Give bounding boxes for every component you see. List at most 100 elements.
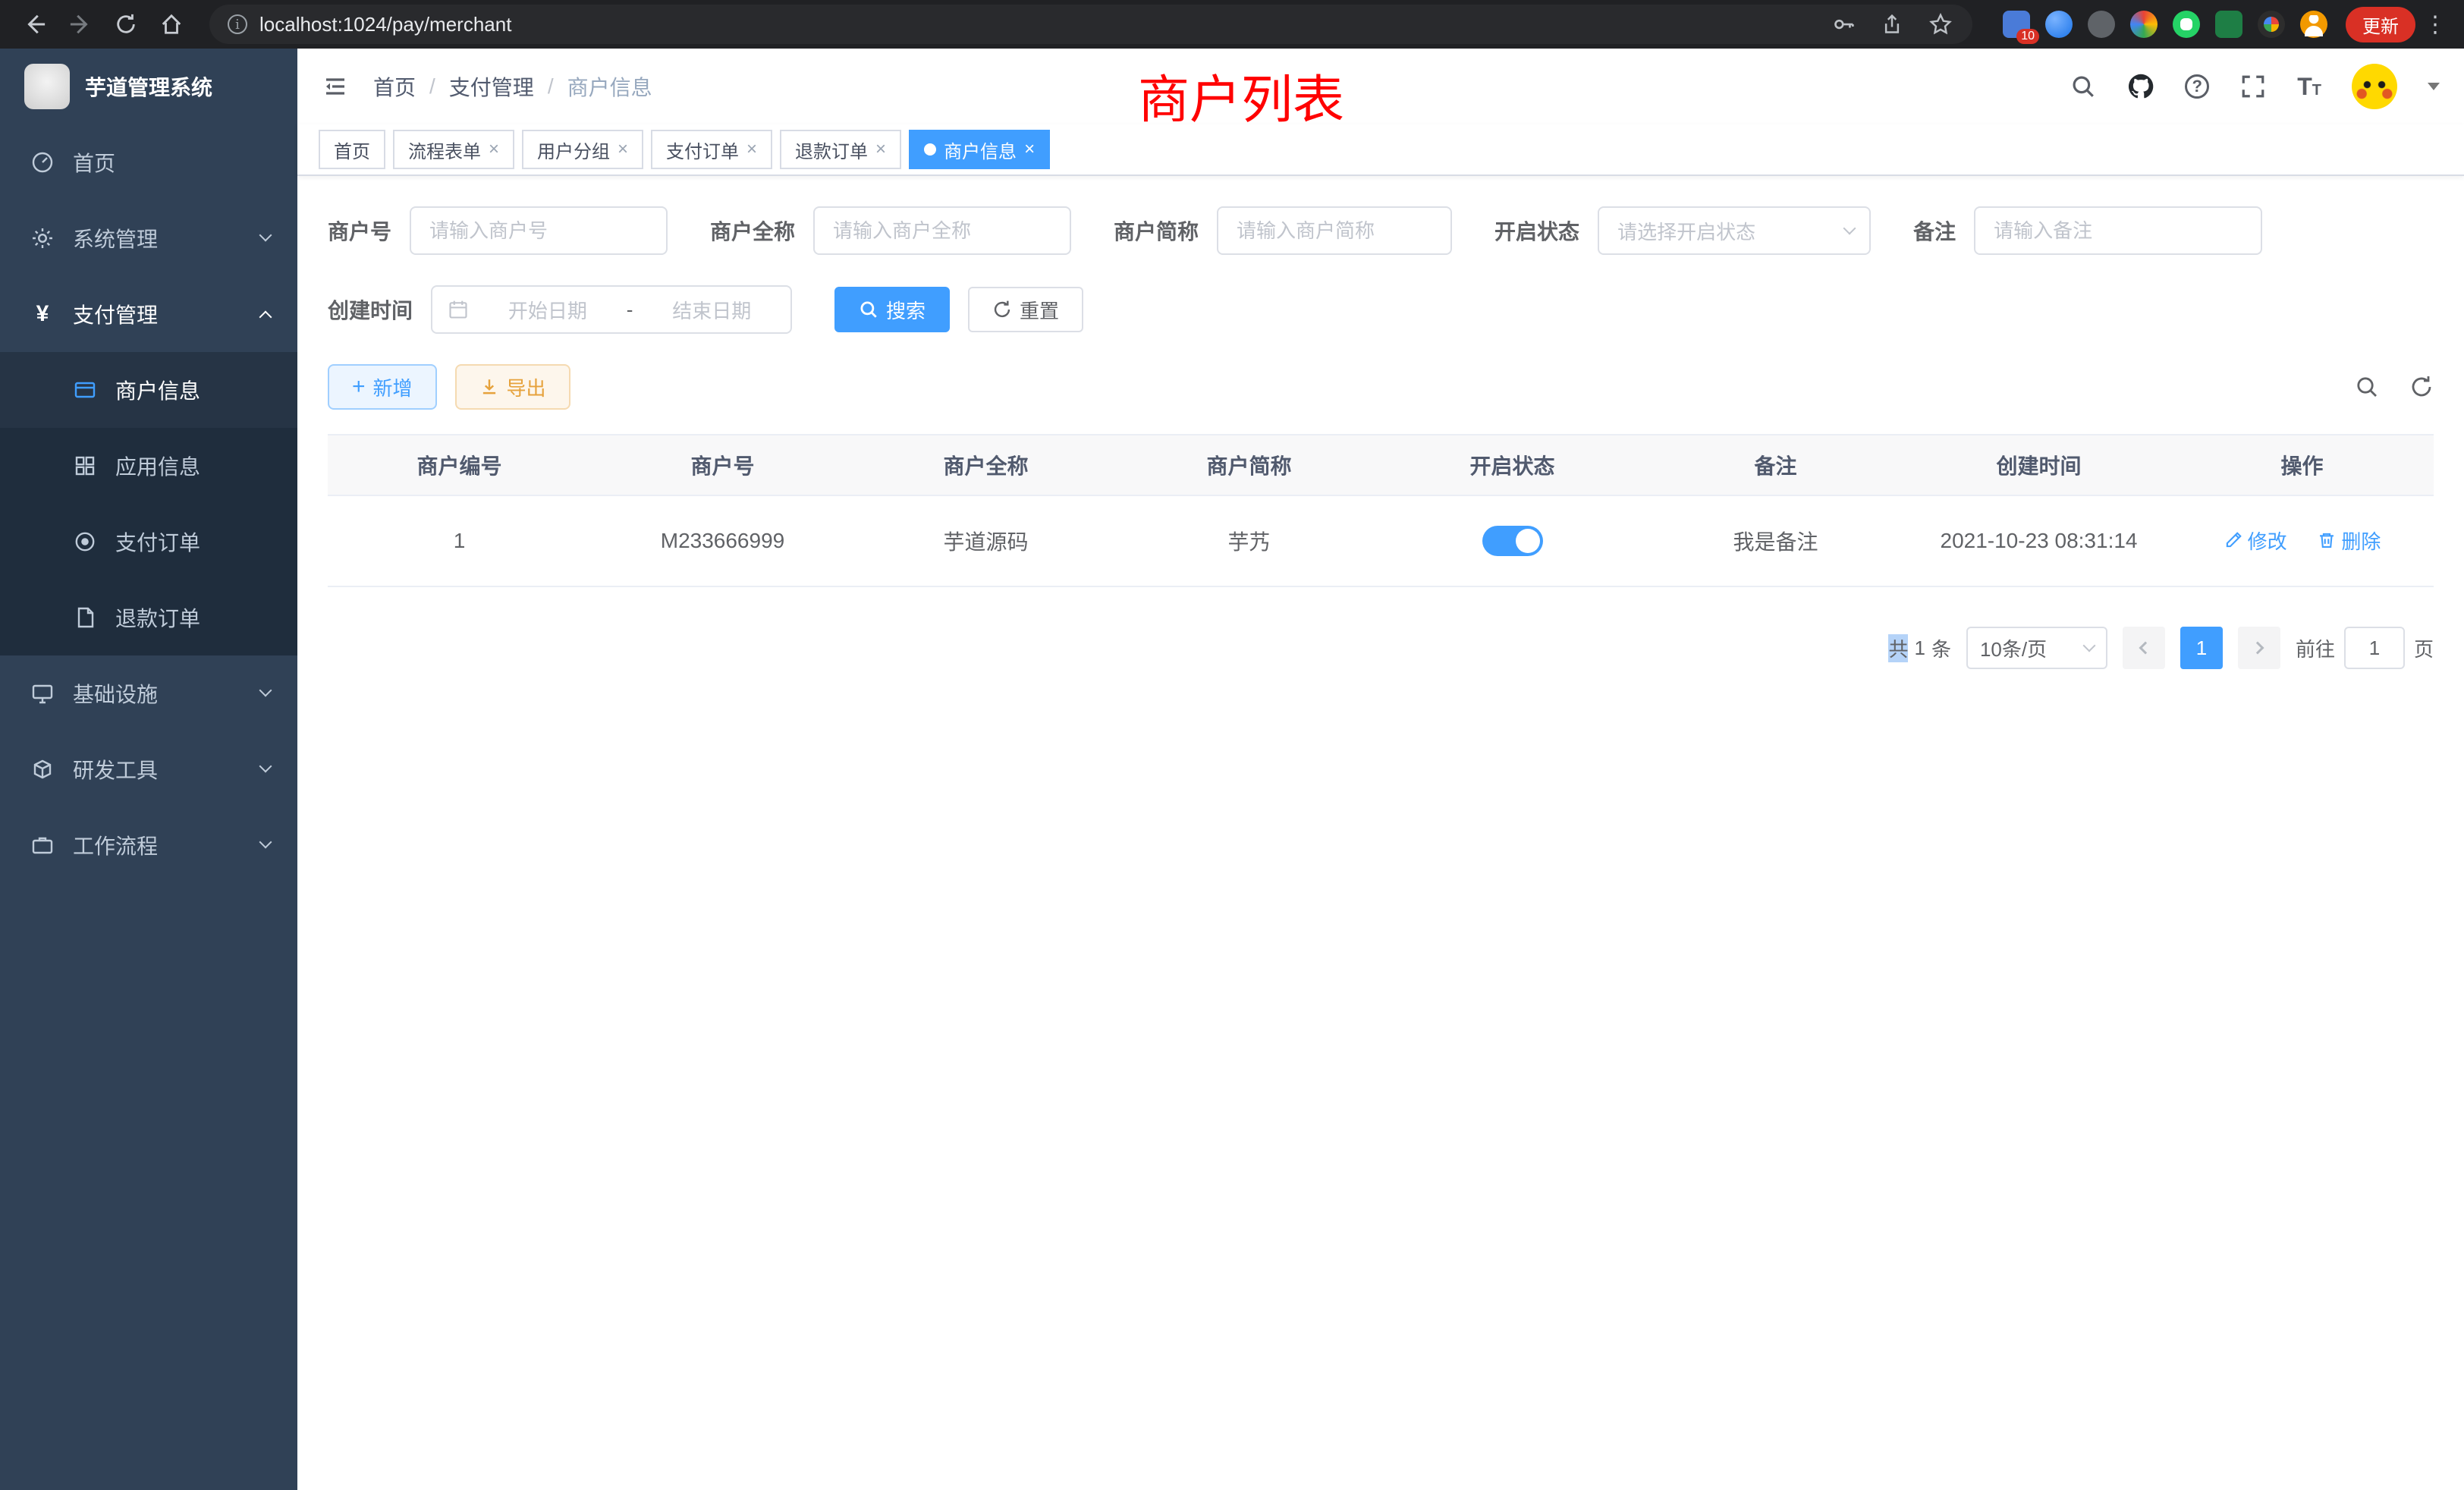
gear-icon xyxy=(30,226,55,250)
back-icon[interactable] xyxy=(15,5,55,44)
full-name-input[interactable] xyxy=(813,206,1071,255)
sidebar-item-pay-order[interactable]: 支付订单 xyxy=(0,504,297,580)
remark-input[interactable] xyxy=(1974,206,2262,255)
create-time-range-picker[interactable]: 开始日期 - 结束日期 xyxy=(431,285,792,334)
sidebar-item-merchant-info[interactable]: 商户信息 xyxy=(0,352,297,428)
sheet-extension-icon[interactable] xyxy=(2215,11,2242,38)
cell-full-name: 芋道源码 xyxy=(854,495,1117,586)
address-bar[interactable]: localhost:1024/pay/merchant xyxy=(209,5,1972,44)
tab-process-form[interactable]: 流程表单 xyxy=(393,130,514,169)
page-annotation: 商户列表 xyxy=(1138,58,1344,133)
drop-extension-icon[interactable] xyxy=(2045,11,2073,38)
col-create-time: 创建时间 xyxy=(1907,435,2170,495)
breadcrumb-home[interactable]: 首页 xyxy=(373,71,416,102)
status-label: 开启状态 xyxy=(1494,215,1579,246)
cell-create-time: 2021-10-23 08:31:14 xyxy=(1907,495,2170,586)
edit-link-label: 修改 xyxy=(2248,527,2287,555)
breadcrumb-separator: / xyxy=(429,74,435,99)
chevron-left-icon xyxy=(2139,642,2151,655)
bookmark-star-icon[interactable] xyxy=(1927,11,1954,38)
page-1-button[interactable]: 1 xyxy=(2180,627,2223,669)
refresh-icon[interactable] xyxy=(106,5,146,44)
toggle-search-icon[interactable] xyxy=(2355,375,2379,399)
update-button[interactable]: 更新 xyxy=(2346,7,2415,42)
sidebar-item-home[interactable]: 首页 xyxy=(0,124,297,200)
goto-page: 前往 页 xyxy=(2296,627,2434,669)
sidebar: 芋道管理系统 首页 系统管理 支 xyxy=(0,49,297,1490)
app-title: 芋道管理系统 xyxy=(85,71,212,102)
user-avatar[interactable] xyxy=(2352,64,2397,109)
tab-user-group[interactable]: 用户分组 xyxy=(522,130,643,169)
add-button[interactable]: 新增 xyxy=(328,364,437,410)
github-icon[interactable] xyxy=(2127,73,2154,100)
date-range-separator: - xyxy=(627,298,633,322)
tab-refund-order[interactable]: 退款订单 xyxy=(780,130,901,169)
password-key-icon[interactable] xyxy=(1830,11,1857,38)
close-icon[interactable] xyxy=(746,140,757,159)
breadcrumb-payment[interactable]: 支付管理 xyxy=(449,71,534,102)
share-icon[interactable] xyxy=(1878,11,1906,38)
short-name-input[interactable] xyxy=(1217,206,1452,255)
sidebar-item-payment[interactable]: 支付管理 xyxy=(0,276,297,352)
tab-merchant-info[interactable]: 商户信息 xyxy=(909,130,1050,169)
sidebar-item-label: 系统管理 xyxy=(73,223,158,253)
pinwheel-extension-icon[interactable] xyxy=(2258,11,2285,38)
edit-link[interactable]: 修改 xyxy=(2224,527,2287,555)
tab-label: 流程表单 xyxy=(408,137,481,163)
sidebar-item-infrastructure[interactable]: 基础设施 xyxy=(0,655,297,731)
search-button[interactable]: 搜索 xyxy=(834,287,950,332)
help-icon[interactable] xyxy=(2185,74,2209,99)
table-header-row: 商户编号 商户号 商户全称 商户简称 开启状态 备注 创建时间 操作 xyxy=(328,435,2434,495)
tags-view: 首页 流程表单 用户分组 支付订单 退款订单 xyxy=(297,124,2464,176)
cell-merchant-no: M233666999 xyxy=(591,495,854,586)
tab-label: 支付订单 xyxy=(666,137,739,163)
page-content: 商户号 商户全称 商户简称 开启状态 请选择开启状态 xyxy=(297,176,2464,1490)
green-extension-icon[interactable] xyxy=(2173,11,2200,38)
plus-icon xyxy=(352,376,366,399)
sidebar-item-dev-tools[interactable]: 研发工具 xyxy=(0,731,297,807)
puzzle-extension-icon[interactable]: 10 xyxy=(2003,11,2030,38)
status-select[interactable]: 请选择开启状态 xyxy=(1598,206,1871,255)
refresh-table-icon[interactable] xyxy=(2409,375,2434,399)
export-button[interactable]: 导出 xyxy=(455,364,570,410)
prev-page-button[interactable] xyxy=(2123,627,2165,669)
close-icon[interactable] xyxy=(1024,140,1035,159)
grid-icon xyxy=(73,454,97,478)
col-merchant-no: 商户号 xyxy=(591,435,854,495)
sidebar-item-workflow[interactable]: 工作流程 xyxy=(0,807,297,883)
breadcrumb-separator: / xyxy=(548,74,554,99)
user-menu-caret-icon[interactable] xyxy=(2428,83,2440,90)
sidebar-item-label: 工作流程 xyxy=(73,830,158,860)
close-icon[interactable] xyxy=(618,140,628,159)
site-info-icon[interactable] xyxy=(228,14,247,34)
gray-extension-icon[interactable] xyxy=(2088,11,2115,38)
sidebar-item-refund-order[interactable]: 退款订单 xyxy=(0,580,297,655)
sidebar-item-system[interactable]: 系统管理 xyxy=(0,200,297,276)
browser-profile-avatar[interactable] xyxy=(2300,11,2327,38)
forward-icon[interactable] xyxy=(61,5,100,44)
browser-menu-icon[interactable] xyxy=(2422,11,2449,38)
tab-pay-order[interactable]: 支付订单 xyxy=(651,130,772,169)
font-size-icon[interactable] xyxy=(2297,73,2321,101)
colorful-extension-icon[interactable] xyxy=(2130,11,2158,38)
page-size-select[interactable]: 10条/页 xyxy=(1966,627,2107,669)
chevron-down-icon xyxy=(259,760,272,773)
close-icon[interactable] xyxy=(875,140,886,159)
close-icon[interactable] xyxy=(489,140,499,159)
logo-avatar-image xyxy=(24,64,70,109)
status-toggle[interactable] xyxy=(1482,526,1543,556)
search-icon[interactable] xyxy=(2070,73,2097,100)
collapse-sidebar-icon[interactable] xyxy=(322,73,349,100)
delete-link[interactable]: 删除 xyxy=(2317,527,2381,555)
tab-home[interactable]: 首页 xyxy=(319,130,385,169)
col-actions: 操作 xyxy=(2170,435,2434,495)
reset-button[interactable]: 重置 xyxy=(968,287,1083,332)
fullscreen-icon[interactable] xyxy=(2239,73,2267,100)
status-select-placeholder: 请选择开启状态 xyxy=(1617,217,1755,245)
merchant-no-input[interactable] xyxy=(410,206,668,255)
goto-page-input[interactable] xyxy=(2344,627,2405,669)
next-page-button[interactable] xyxy=(2238,627,2280,669)
sidebar-item-app-info[interactable]: 应用信息 xyxy=(0,428,297,504)
home-icon[interactable] xyxy=(152,5,191,44)
col-status: 开启状态 xyxy=(1381,435,1644,495)
